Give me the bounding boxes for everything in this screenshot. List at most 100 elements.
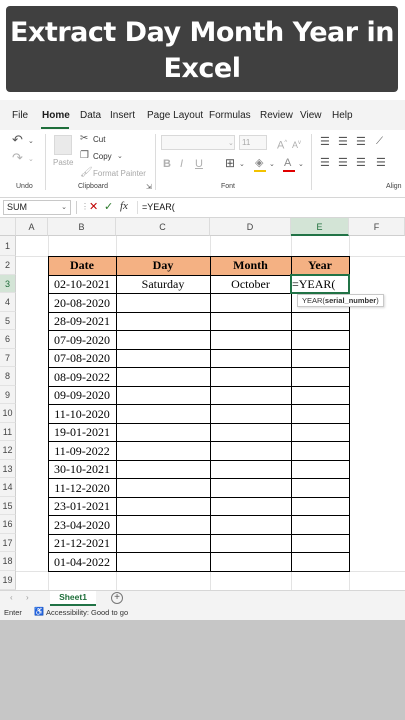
header-day[interactable]: Day [116,256,210,275]
font-name-dropdown-icon[interactable]: ⌄ [228,138,234,150]
name-box[interactable]: SUM ⌄ [3,200,71,215]
align-center-icon[interactable]: ☰ [338,157,348,169]
function-tooltip[interactable]: YEAR(serial_number) [297,294,384,307]
align-middle-icon[interactable]: ☰ [338,136,348,148]
accessibility-status[interactable]: Accessibility: Good to go [46,608,128,617]
menu-data[interactable]: Data [80,110,101,121]
fill-color-icon[interactable]: ◈ [255,157,263,169]
align-top-icon[interactable]: ☰ [320,136,330,148]
row-header-11[interactable]: 11 [0,423,16,441]
row-header-5[interactable]: 5 [0,312,16,330]
copy-dropdown-icon[interactable]: ⌄ [117,151,123,163]
date-cell[interactable]: 20-08-2020 [48,294,116,312]
align-right-icon[interactable]: ☰ [356,157,366,169]
bold-icon[interactable]: B [163,158,171,170]
col-header-b[interactable]: B [48,218,116,236]
year-cell-editing[interactable]: =YEAR( [292,276,335,292]
date-cell[interactable]: 30-10-2021 [48,461,116,478]
row-header-19[interactable]: 19 [0,571,16,590]
formula-input[interactable]: =YEAR( [142,202,175,212]
row-header-18[interactable]: 18 [0,552,16,571]
row-header-8[interactable]: 8 [0,367,16,386]
row-header-16[interactable]: 16 [0,515,16,534]
col-header-a[interactable]: A [16,218,48,236]
date-cell[interactable]: 23-01-2021 [48,498,116,515]
indent-icon[interactable]: ☰ [376,157,386,169]
redo-dropdown-icon[interactable]: ⌄ [28,154,34,166]
active-cell-e3[interactable]: =YEAR( [290,274,350,294]
day-cell[interactable]: Saturday [116,276,210,293]
date-cell[interactable]: 07-08-2020 [48,350,116,367]
undo-dropdown-icon[interactable]: ⌄ [28,136,34,148]
copy-icon[interactable]: ❐ [80,150,89,162]
date-cell[interactable]: 11-12-2020 [48,479,116,497]
col-header-c[interactable]: C [116,218,210,236]
header-month[interactable]: Month [210,256,291,275]
tooltip-arg[interactable]: serial_number [325,296,376,305]
row-header-4[interactable]: 4 [0,293,16,312]
menu-insert[interactable]: Insert [110,110,135,121]
format-painter-button[interactable]: Format Painter [93,169,146,178]
decrease-font-icon[interactable]: Av [292,137,301,151]
row-header-6[interactable]: 6 [0,330,16,349]
underline-icon[interactable]: U [195,158,203,170]
col-header-f[interactable]: F [349,218,405,236]
header-year[interactable]: Year [291,256,349,275]
select-all-corner[interactable] [0,218,16,236]
col-header-d[interactable]: D [210,218,291,236]
copy-button[interactable]: Copy [93,152,112,161]
format-painter-icon[interactable]: 🖌 [80,167,93,179]
row-header-15[interactable]: 15 [0,497,16,515]
row-header-12[interactable]: 12 [0,441,16,460]
date-cell[interactable]: 02-10-2021 [48,276,116,293]
row-header-2[interactable]: 2 [0,256,16,275]
month-cell[interactable]: October [210,276,291,293]
name-box-dropdown-icon[interactable]: ⌄ [61,201,67,214]
header-date[interactable]: Date [48,256,116,275]
align-bottom-icon[interactable]: ☰ [356,136,366,148]
menu-review[interactable]: Review [260,110,293,121]
menu-formulas[interactable]: Formulas [209,110,251,121]
date-cell[interactable]: 11-10-2020 [48,405,116,423]
row-header-14[interactable]: 14 [0,478,16,497]
fill-color-dropdown-icon[interactable]: ⌄ [269,159,275,171]
date-cell[interactable]: 08-09-2022 [48,368,116,386]
worksheet-grid[interactable]: A B C D E F 1 2 3 4 5 6 7 8 9 10 11 12 1… [0,218,405,590]
date-cell[interactable]: 19-01-2021 [48,424,116,441]
borders-icon[interactable]: ⊞ [225,157,235,169]
menu-home[interactable]: Home [42,110,70,121]
add-sheet-icon[interactable]: + [111,592,123,604]
cut-icon[interactable]: ✂ [80,133,88,145]
date-cell[interactable]: 23-04-2020 [48,516,116,534]
prev-sheet-icon[interactable]: ‹ [10,593,13,602]
menu-file[interactable]: File [12,110,28,121]
row-header-9[interactable]: 9 [0,386,16,404]
font-color-dropdown-icon[interactable]: ⌄ [298,159,304,171]
date-cell[interactable]: 21-12-2021 [48,535,116,552]
row-header-7[interactable]: 7 [0,349,16,367]
increase-font-icon[interactable]: A^ [277,137,287,152]
redo-icon[interactable]: ↷ [12,151,23,164]
clipboard-launcher-icon[interactable]: ⇲ [146,182,152,194]
next-sheet-icon[interactable]: › [26,593,29,602]
menu-page-layout[interactable]: Page Layout [147,110,203,121]
borders-dropdown-icon[interactable]: ⌄ [239,159,245,171]
col-header-e[interactable]: E [291,218,349,236]
row-header-10[interactable]: 10 [0,404,16,423]
enter-icon[interactable]: ✓ [104,200,113,213]
undo-icon[interactable]: ↶ [12,133,23,146]
paste-button[interactable]: Paste [53,158,73,167]
date-cell[interactable]: 28-09-2021 [48,313,116,330]
menu-help[interactable]: Help [332,110,353,121]
date-cell[interactable]: 09-09-2020 [48,387,116,404]
font-name-field[interactable] [161,135,235,150]
cut-button[interactable]: Cut [93,135,105,144]
font-size-field[interactable]: 11 [239,135,267,150]
menu-view[interactable]: View [300,110,322,121]
row-header-17[interactable]: 17 [0,534,16,552]
font-color-icon[interactable]: A [284,157,291,169]
row-header-1[interactable]: 1 [0,236,16,256]
insert-function-icon[interactable]: fx [120,200,128,212]
orientation-icon[interactable]: ⟋ [376,136,383,148]
sheet-tab-sheet1[interactable]: Sheet1 [50,591,96,606]
